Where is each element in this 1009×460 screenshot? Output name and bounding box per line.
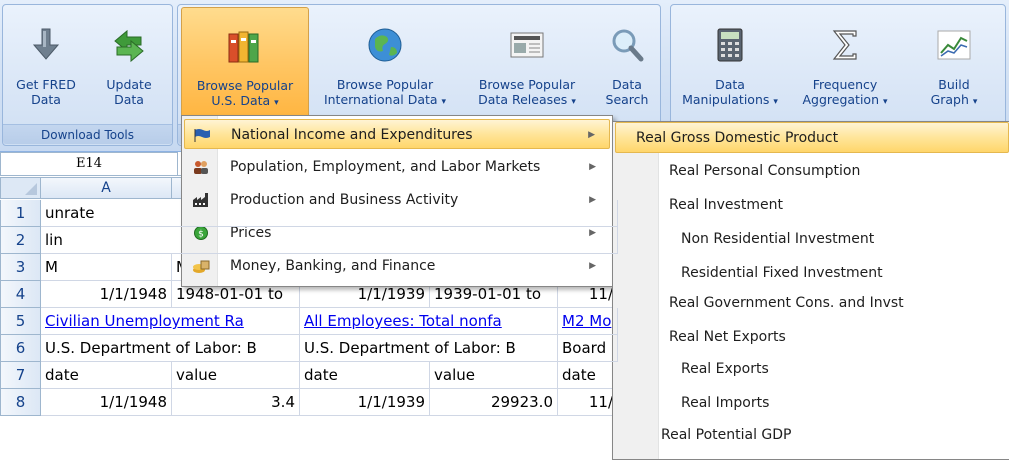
row-header-4[interactable]: 4: [0, 281, 41, 308]
download-arrow-icon: [32, 28, 60, 60]
cell-c5[interactable]: All Employees: Total nonfa: [300, 308, 558, 335]
binders-icon: [228, 31, 259, 63]
cell-c8[interactable]: 1/1/1939: [300, 389, 430, 416]
menu-item-real-investment[interactable]: Real Investment: [615, 190, 1009, 221]
browse-popular-us-data-label: Browse Popular U.S. Data ▾: [196, 78, 294, 108]
flag-icon: [194, 129, 210, 142]
build-graph-label: Build Graph ▾: [930, 77, 978, 107]
browse-popular-data-releases-button[interactable]: Browse Popular Data Releases ▾: [461, 7, 593, 125]
submenu-arrow-icon: ▶: [589, 261, 596, 271]
sigma-icon: [832, 30, 857, 60]
browse-popular-international-data-button[interactable]: Browse Popular International Data ▾: [312, 7, 458, 125]
browse-popular-data-releases-label: Browse Popular Data Releases ▾: [478, 77, 576, 107]
cell-e8[interactable]: 11/: [558, 389, 618, 416]
cell-a6[interactable]: U.S. Department of Labor: B: [41, 335, 300, 362]
menu-item-real-net-exports[interactable]: Real Net Exports: [615, 322, 1009, 353]
download-tools-group-label: Download Tools: [3, 124, 172, 144]
update-data-button[interactable]: Update Data: [89, 7, 169, 125]
row-header-5[interactable]: 5: [0, 308, 41, 335]
browse-popular-us-data-button[interactable]: Browse Popular U.S. Data ▾: [181, 7, 309, 125]
menu-item-real-imports[interactable]: Real Imports: [615, 388, 1009, 419]
row-header-2[interactable]: 2: [0, 227, 41, 254]
row-header-8[interactable]: 8: [0, 389, 41, 416]
menu-item-real-exports[interactable]: Real Exports: [615, 354, 1009, 385]
get-fred-data-button[interactable]: Get FRED Data: [5, 7, 87, 125]
data-manipulations-button[interactable]: Data Manipulations ▾: [674, 7, 786, 125]
national-income-submenu: Real Gross Domestic Product Real Persona…: [612, 121, 1009, 460]
cell-b8[interactable]: 3.4: [172, 389, 300, 416]
menu-item-money-banking[interactable]: Money, Banking, and Finance ▶: [184, 251, 610, 281]
cell-e7[interactable]: date: [558, 362, 618, 389]
globe-icon: [368, 28, 402, 62]
menu-item-real-government[interactable]: Real Government Cons. and Invst: [615, 288, 1009, 319]
calculator-icon: [717, 28, 743, 62]
line-graph-icon: [937, 30, 971, 60]
data-search-button[interactable]: Data Search: [596, 7, 658, 125]
magnifier-icon: [612, 29, 644, 62]
newspaper-icon: [510, 32, 544, 58]
submenu-arrow-icon: ▶: [589, 162, 596, 172]
browse-popular-international-data-label: Browse Popular International Data ▾: [323, 77, 447, 107]
cell-c6[interactable]: U.S. Department of Labor: B: [300, 335, 558, 362]
chevron-down-icon: ▾: [274, 98, 279, 108]
chevron-down-icon: ▾: [571, 97, 576, 107]
menu-item-national-income[interactable]: National Income and Expenditures ▶: [184, 119, 610, 149]
cell-a8[interactable]: 1/1/1948: [41, 389, 172, 416]
submenu-arrow-icon: ▶: [588, 130, 595, 140]
row-header-6[interactable]: 6: [0, 335, 41, 362]
people-icon: [194, 161, 208, 174]
data-manipulations-label: Data Manipulations ▾: [682, 77, 778, 107]
column-header-a[interactable]: A: [41, 177, 172, 199]
frequency-aggregation-label: Frequency Aggregation ▾: [802, 77, 888, 107]
row-header-3[interactable]: 3: [0, 254, 41, 281]
row-header-1[interactable]: 1: [0, 200, 41, 227]
menu-item-real-potential-gdp[interactable]: Real Potential GDP: [615, 420, 1009, 451]
menu-item-population-employment[interactable]: Population, Employment, and Labor Market…: [184, 152, 610, 182]
update-data-label: Update Data: [106, 77, 152, 107]
cell-e5[interactable]: M2 Mo: [558, 308, 618, 335]
cell-b7[interactable]: value: [172, 362, 300, 389]
cell-a2[interactable]: lin: [41, 227, 618, 254]
name-box[interactable]: E14: [0, 152, 178, 176]
cell-a7[interactable]: date: [41, 362, 172, 389]
chevron-down-icon: ▾: [773, 97, 778, 107]
frequency-aggregation-button[interactable]: Frequency Aggregation ▾: [789, 7, 901, 125]
cell-d7[interactable]: value: [430, 362, 558, 389]
select-all-corner[interactable]: [0, 177, 41, 199]
chevron-down-icon: ▾: [441, 97, 447, 107]
get-fred-data-label: Get FRED Data: [16, 77, 76, 107]
refresh-arrows-icon: [114, 29, 144, 63]
chevron-down-icon: ▾: [972, 97, 978, 107]
menu-item-residential-fixed-investment[interactable]: Residential Fixed Investment: [615, 258, 1009, 289]
menu-item-real-gdp[interactable]: Real Gross Domestic Product: [615, 122, 1009, 153]
chevron-down-icon: ▾: [882, 97, 888, 107]
build-graph-button[interactable]: Build Graph ▾: [904, 7, 1004, 125]
menu-item-non-residential-investment[interactable]: Non Residential Investment: [615, 224, 1009, 255]
cell-c7[interactable]: date: [300, 362, 430, 389]
cell-a4[interactable]: 1/1/1948: [41, 281, 172, 308]
menu-item-real-personal-consumption[interactable]: Real Personal Consumption: [615, 156, 1009, 187]
cell-d8[interactable]: 29923.0: [430, 389, 558, 416]
cell-e6[interactable]: Board: [558, 335, 618, 362]
cell-a5[interactable]: Civilian Unemployment Ra: [41, 308, 300, 335]
cell-a1[interactable]: unrate: [41, 200, 618, 227]
download-tools-group: Get FRED Data Update Data Download Tools: [2, 4, 173, 146]
money-icon: [193, 260, 210, 273]
row-header-7[interactable]: 7: [0, 362, 41, 389]
cell-a3[interactable]: M: [41, 254, 172, 281]
data-search-label: Data Search: [605, 77, 649, 107]
